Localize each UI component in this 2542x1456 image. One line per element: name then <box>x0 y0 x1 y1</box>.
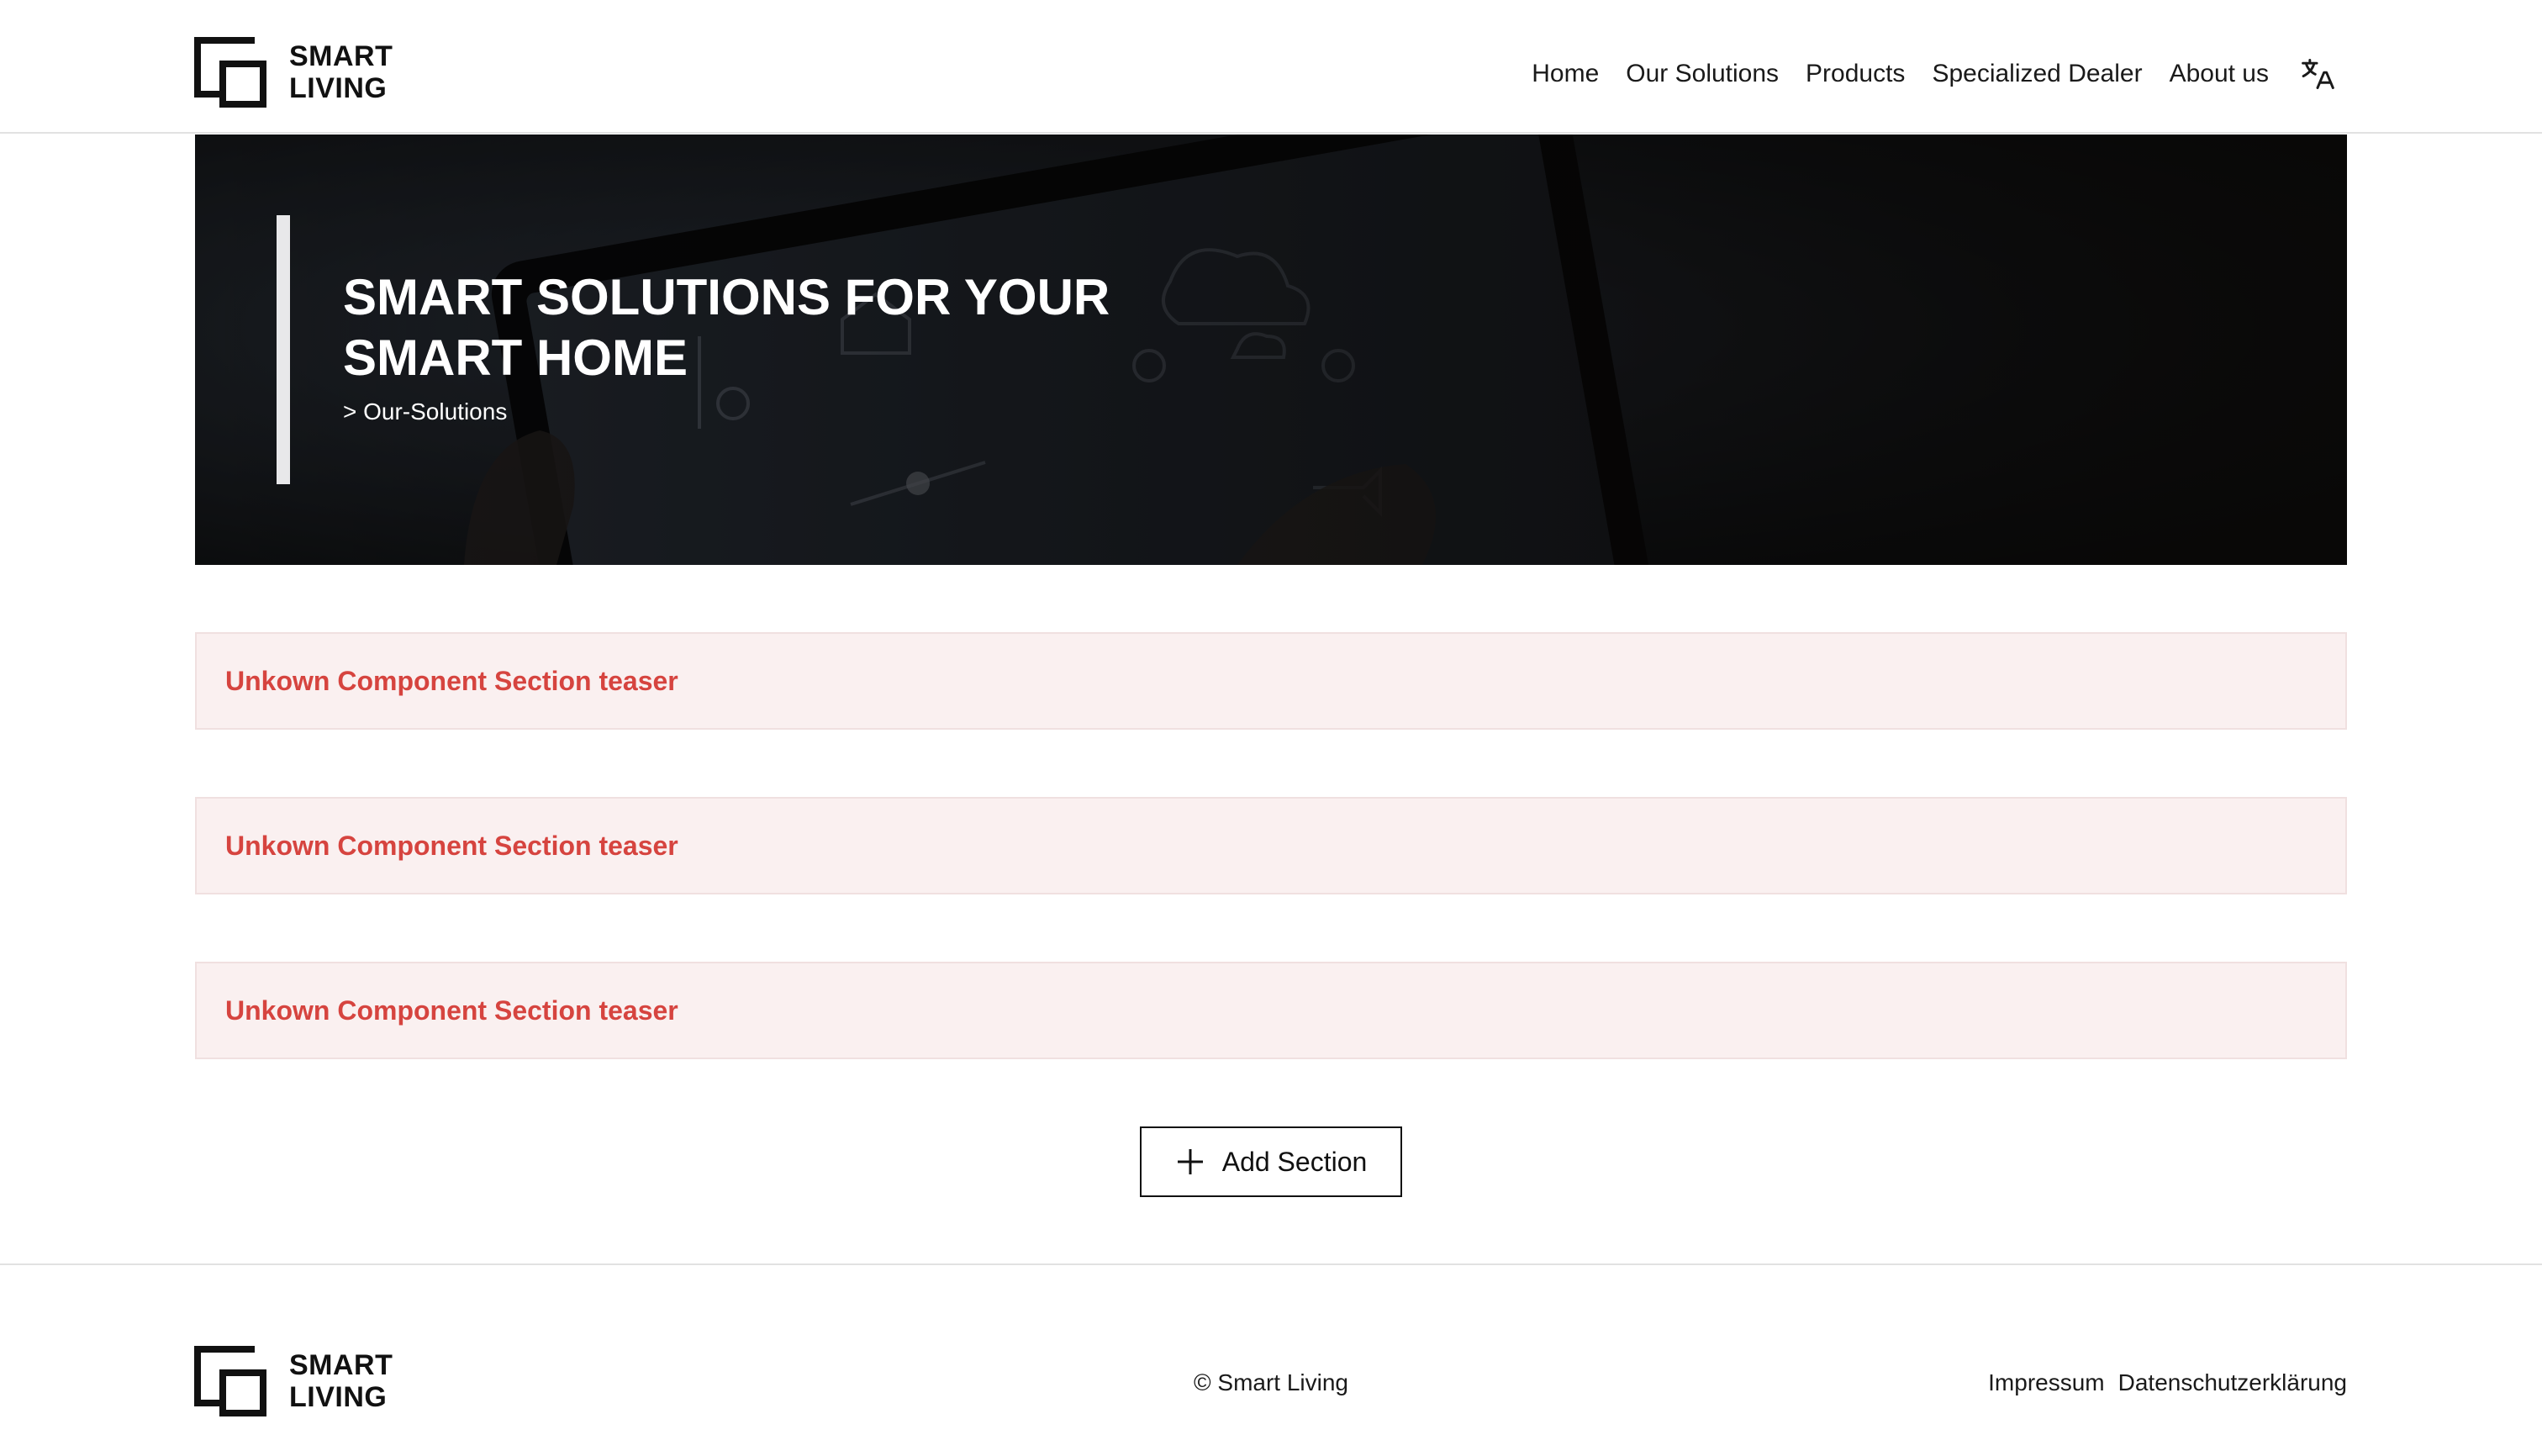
nav-item-about-us[interactable]: About us <box>2170 60 2269 88</box>
nav-item-products[interactable]: Products <box>1806 60 1905 88</box>
logo-text: SMART LIVING <box>289 40 393 104</box>
footer-link-impressum[interactable]: Impressum <box>1988 1369 2104 1396</box>
main-nav: Home Our Solutions Products Specialized … <box>1532 55 2336 92</box>
add-section-label: Add Section <box>1221 1146 1368 1177</box>
plus-icon <box>1177 1149 1203 1174</box>
breadcrumb: > Our-Solutions <box>343 398 508 425</box>
nav-item-specialized-dealer[interactable]: Specialized Dealer <box>1932 60 2142 88</box>
footer-link-datenschutz[interactable]: Datenschutzerklärung <box>2118 1369 2347 1396</box>
logo-link[interactable]: SMART LIVING <box>194 37 393 108</box>
logo-line-2: LIVING <box>289 72 388 104</box>
logo-line-1: SMART <box>289 40 393 72</box>
section-teaser-label: Unkown Component Section teaser <box>225 994 678 1026</box>
hero-accent-bar <box>277 215 290 484</box>
site-header: SMART LIVING Home Our Solutions Products… <box>0 0 2542 134</box>
section-teaser-label: Unkown Component Section teaser <box>225 830 678 861</box>
section-teaser[interactable]: Unkown Component Section teaser <box>195 797 2347 894</box>
translate-icon[interactable] <box>2299 55 2336 92</box>
logo-mark-icon <box>194 37 268 108</box>
section-teaser[interactable]: Unkown Component Section teaser <box>195 632 2347 730</box>
section-teaser[interactable]: Unkown Component Section teaser <box>195 962 2347 1059</box>
nav-item-home[interactable]: Home <box>1532 60 1599 88</box>
hero-banner: SMART SOLUTIONS FOR YOUR SMART HOME > Ou… <box>195 135 2347 565</box>
site-footer: SMART LIVING © Smart Living Impressum Da… <box>0 1263 2542 1456</box>
hero-title: SMART SOLUTIONS FOR YOUR SMART HOME <box>343 269 1110 386</box>
footer-links: Impressum Datenschutzerklärung <box>1988 1369 2347 1396</box>
section-teaser-label: Unkown Component Section teaser <box>225 665 678 696</box>
add-section-button[interactable]: Add Section <box>1140 1126 1402 1197</box>
nav-item-our-solutions[interactable]: Our Solutions <box>1626 60 1779 88</box>
